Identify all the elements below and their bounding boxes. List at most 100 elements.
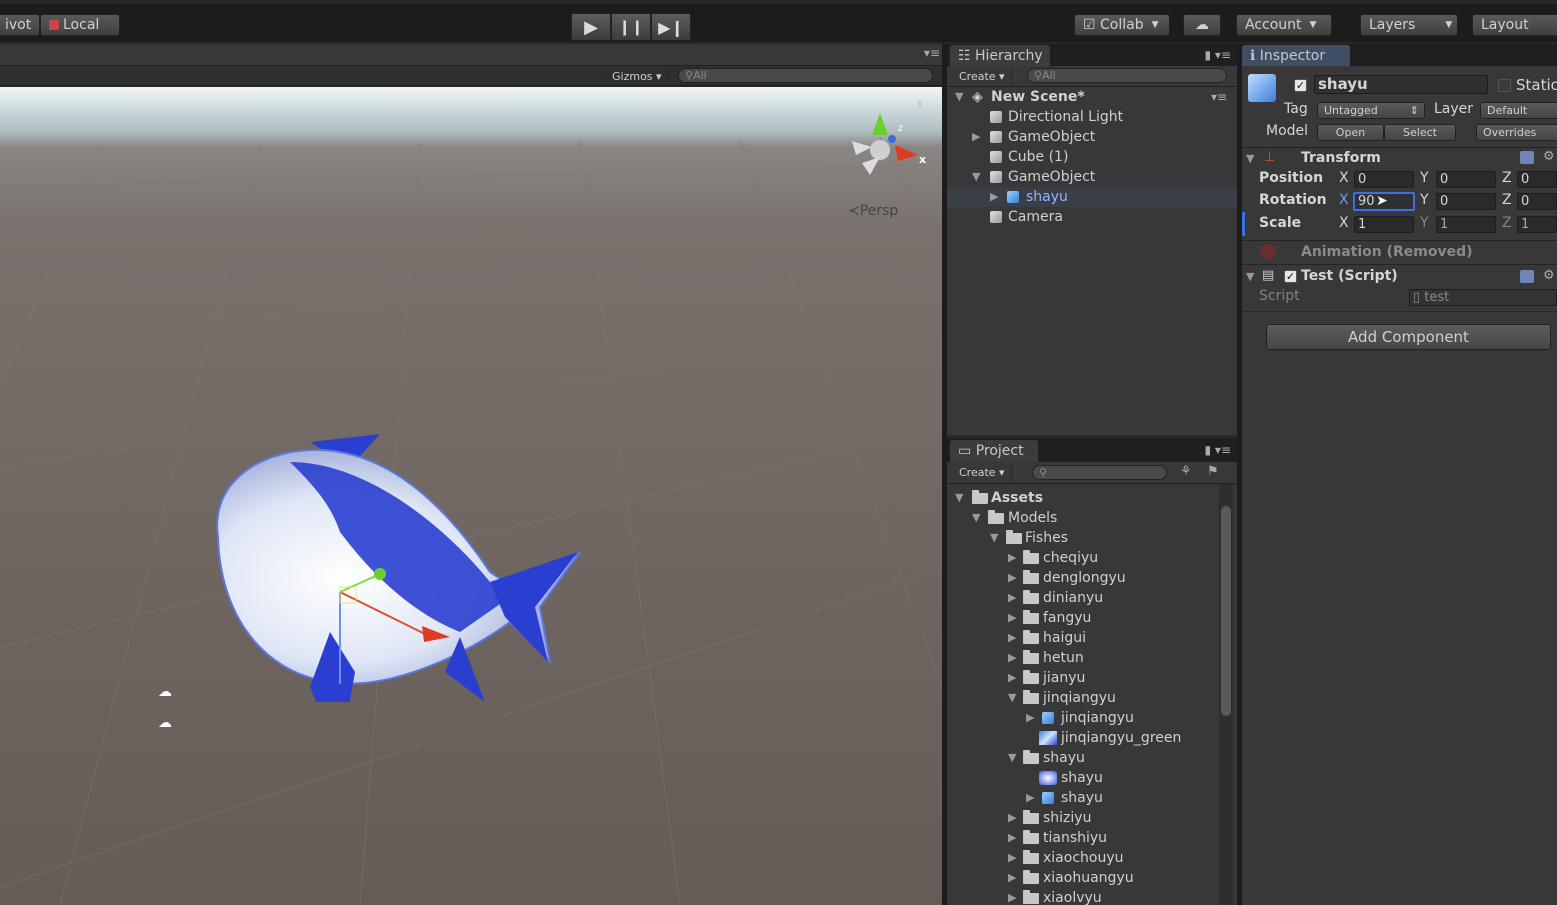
project-item-label: xiaohuangyu xyxy=(1043,870,1134,886)
hierarchy-item[interactable]: Directional Light xyxy=(947,107,1237,127)
project-item[interactable]: jinqiangyu_green xyxy=(947,728,1217,748)
filter-type-icon[interactable]: ⚘ xyxy=(1180,464,1192,479)
project-item[interactable]: ▶ cheqiyu xyxy=(947,548,1217,568)
cloud-button[interactable]: ☁ xyxy=(1183,14,1221,36)
hierarchy-item[interactable]: Camera xyxy=(947,207,1237,227)
project-scrollbar[interactable] xyxy=(1219,484,1233,905)
position-z-field[interactable]: 0 xyxy=(1517,171,1557,188)
open-button[interactable]: Open xyxy=(1317,124,1384,141)
scale-x-field[interactable]: 1 xyxy=(1354,216,1414,233)
persp-toggle[interactable]: ≺Persp xyxy=(848,203,898,219)
project-item[interactable]: ▼ jinqiangyu xyxy=(947,688,1217,708)
panel-menu-icon[interactable]: ▮ ▾≡ xyxy=(1205,443,1232,457)
gameobject-icon xyxy=(990,131,1002,143)
script-icon: ▤ xyxy=(1262,268,1275,283)
gizmos-dropdown[interactable]: Gizmos ▾ xyxy=(605,68,669,86)
tab-project[interactable]: ▭ Project xyxy=(950,440,1038,462)
layer-dropdown[interactable]: Default xyxy=(1480,102,1557,119)
project-item[interactable]: ▶ jianyu xyxy=(947,668,1217,688)
settings-icon[interactable]: ⚙ xyxy=(1543,149,1555,164)
tag-value: Untagged xyxy=(1324,104,1378,117)
overrides-dropdown[interactable]: Overrides xyxy=(1476,124,1557,141)
rotation-z-field[interactable]: 0 xyxy=(1517,193,1557,210)
shark-model[interactable] xyxy=(190,422,610,702)
project-item[interactable]: ▶ shayu xyxy=(947,788,1217,808)
project-item[interactable]: ▼ shayu xyxy=(947,748,1217,768)
layout-dropdown[interactable]: Layout xyxy=(1472,14,1557,36)
script-enabled-checkbox[interactable]: ✓ xyxy=(1284,270,1297,283)
project-item[interactable]: ▶ fangyu xyxy=(947,608,1217,628)
removed-component-icon xyxy=(1260,244,1276,260)
filter-label-icon[interactable]: ⚑ xyxy=(1207,464,1219,479)
hierarchy-create-button[interactable]: Create ▾ xyxy=(953,68,1012,86)
scene-menu-icon[interactable]: ▾≡ xyxy=(1211,87,1227,107)
script-object-field[interactable]: ▯ test xyxy=(1409,289,1557,306)
project-item[interactable]: ▶ dinianyu xyxy=(947,588,1217,608)
project-item-label: dinianyu xyxy=(1043,590,1104,606)
panel-menu-icon[interactable]: ▮ ▾≡ xyxy=(1205,48,1232,62)
project-item[interactable]: ▶ haigui xyxy=(947,628,1217,648)
project-search-input[interactable]: ⚲ xyxy=(1032,465,1167,480)
panel-menu-icon[interactable]: ▾≡ xyxy=(924,46,940,60)
project-item[interactable]: ▶ denglongyu xyxy=(947,568,1217,588)
select-button[interactable]: Select xyxy=(1384,124,1456,141)
pivot-toggle[interactable]: ivot xyxy=(0,14,40,36)
scene-root-row[interactable]: ▼ ◈ New Scene* ▾≡ xyxy=(947,87,1237,107)
project-item-label: jinqiangyu_green xyxy=(1061,730,1182,746)
project-create-button[interactable]: Create ▾ xyxy=(953,464,1012,482)
scale-z-field[interactable]: 1 xyxy=(1517,216,1557,233)
light-icon[interactable]: ☁ xyxy=(158,684,172,700)
active-checkbox[interactable]: ✓ xyxy=(1294,79,1307,92)
project-item[interactable]: ▶ jinqiangyu xyxy=(947,708,1217,728)
add-component-button[interactable]: Add Component xyxy=(1266,324,1551,350)
orientation-gizmo[interactable] xyxy=(840,105,930,195)
project-item[interactable]: shayu xyxy=(947,768,1217,788)
step-button[interactable]: ▶❙ xyxy=(651,13,691,41)
static-checkbox[interactable] xyxy=(1498,79,1511,92)
scrollbar-thumb[interactable] xyxy=(1221,506,1231,716)
tab-inspector[interactable]: ℹ Inspector xyxy=(1242,45,1350,67)
project-create-label: Create xyxy=(959,466,996,479)
camera-icon[interactable]: ☁ xyxy=(158,715,172,731)
rotation-y-field[interactable]: 0 xyxy=(1436,193,1496,210)
hierarchy-item[interactable]: ▶ GameObject xyxy=(947,127,1237,147)
expand-arrow-icon: ▶ xyxy=(1026,791,1035,804)
help-icon[interactable] xyxy=(1520,151,1534,164)
scene-viewport[interactable]: ☁ ☁ x z ▮ ≺Persp xyxy=(0,87,942,905)
play-button[interactable]: ▶ xyxy=(571,13,611,41)
project-item[interactable]: ▼ Assets xyxy=(947,488,1217,508)
collab-dropdown[interactable]: ☑ Collab ▼ xyxy=(1074,14,1170,36)
pause-button[interactable]: ❙❙ xyxy=(611,13,651,41)
project-item[interactable]: ▼ Fishes xyxy=(947,528,1217,548)
help-icon[interactable] xyxy=(1520,270,1534,283)
position-x-field[interactable]: 0 xyxy=(1354,171,1414,188)
animation-removed-header[interactable]: Animation (Removed) xyxy=(1242,240,1557,264)
project-item[interactable]: ▼ Models xyxy=(947,508,1217,528)
account-label: Account xyxy=(1245,17,1302,33)
project-item[interactable]: ▶ tianshiyu xyxy=(947,828,1217,848)
position-y-field[interactable]: 0 xyxy=(1436,171,1496,188)
settings-icon[interactable]: ⚙ xyxy=(1543,268,1555,283)
project-item[interactable]: ▶ shiziyu xyxy=(947,808,1217,828)
layers-dropdown[interactable]: Layers ▼ xyxy=(1360,14,1458,36)
account-dropdown[interactable]: Account ▼ xyxy=(1236,14,1332,36)
tab-hierarchy[interactable]: ☷ Hierarchy xyxy=(950,45,1050,67)
lock-icon[interactable]: ▮ xyxy=(917,99,923,110)
project-item[interactable]: ▶ hetun xyxy=(947,648,1217,668)
tag-dropdown[interactable]: Untagged ⇕ xyxy=(1317,102,1425,119)
scene-search-input[interactable]: ⚲All xyxy=(678,68,933,83)
hierarchy-search-input[interactable]: ⚲All xyxy=(1027,68,1227,83)
project-item[interactable]: ▶ xiaochouyu xyxy=(947,848,1217,868)
expand-arrow-icon: ▶ xyxy=(1008,671,1017,684)
hierarchy-item-selected[interactable]: ▶ shayu xyxy=(947,187,1237,207)
hierarchy-item[interactable]: Cube (1) xyxy=(947,147,1237,167)
project-item[interactable]: ▶ xiaohuangyu xyxy=(947,868,1217,888)
local-toggle[interactable]: Local xyxy=(40,14,120,36)
scale-y-field[interactable]: 1 xyxy=(1436,216,1496,233)
project-item[interactable]: ▶ xiaolvyu xyxy=(947,888,1217,905)
folder-icon: ▭ xyxy=(958,443,976,459)
object-name-field[interactable]: shayu xyxy=(1314,75,1488,94)
hierarchy-item[interactable]: ▼ GameObject xyxy=(947,167,1237,187)
transform-header[interactable]: ▼ ⊥ Transform ⚙ xyxy=(1242,147,1557,169)
test-script-header[interactable]: ▼ ▤ ✓ Test (Script) ⚙ xyxy=(1242,264,1557,288)
